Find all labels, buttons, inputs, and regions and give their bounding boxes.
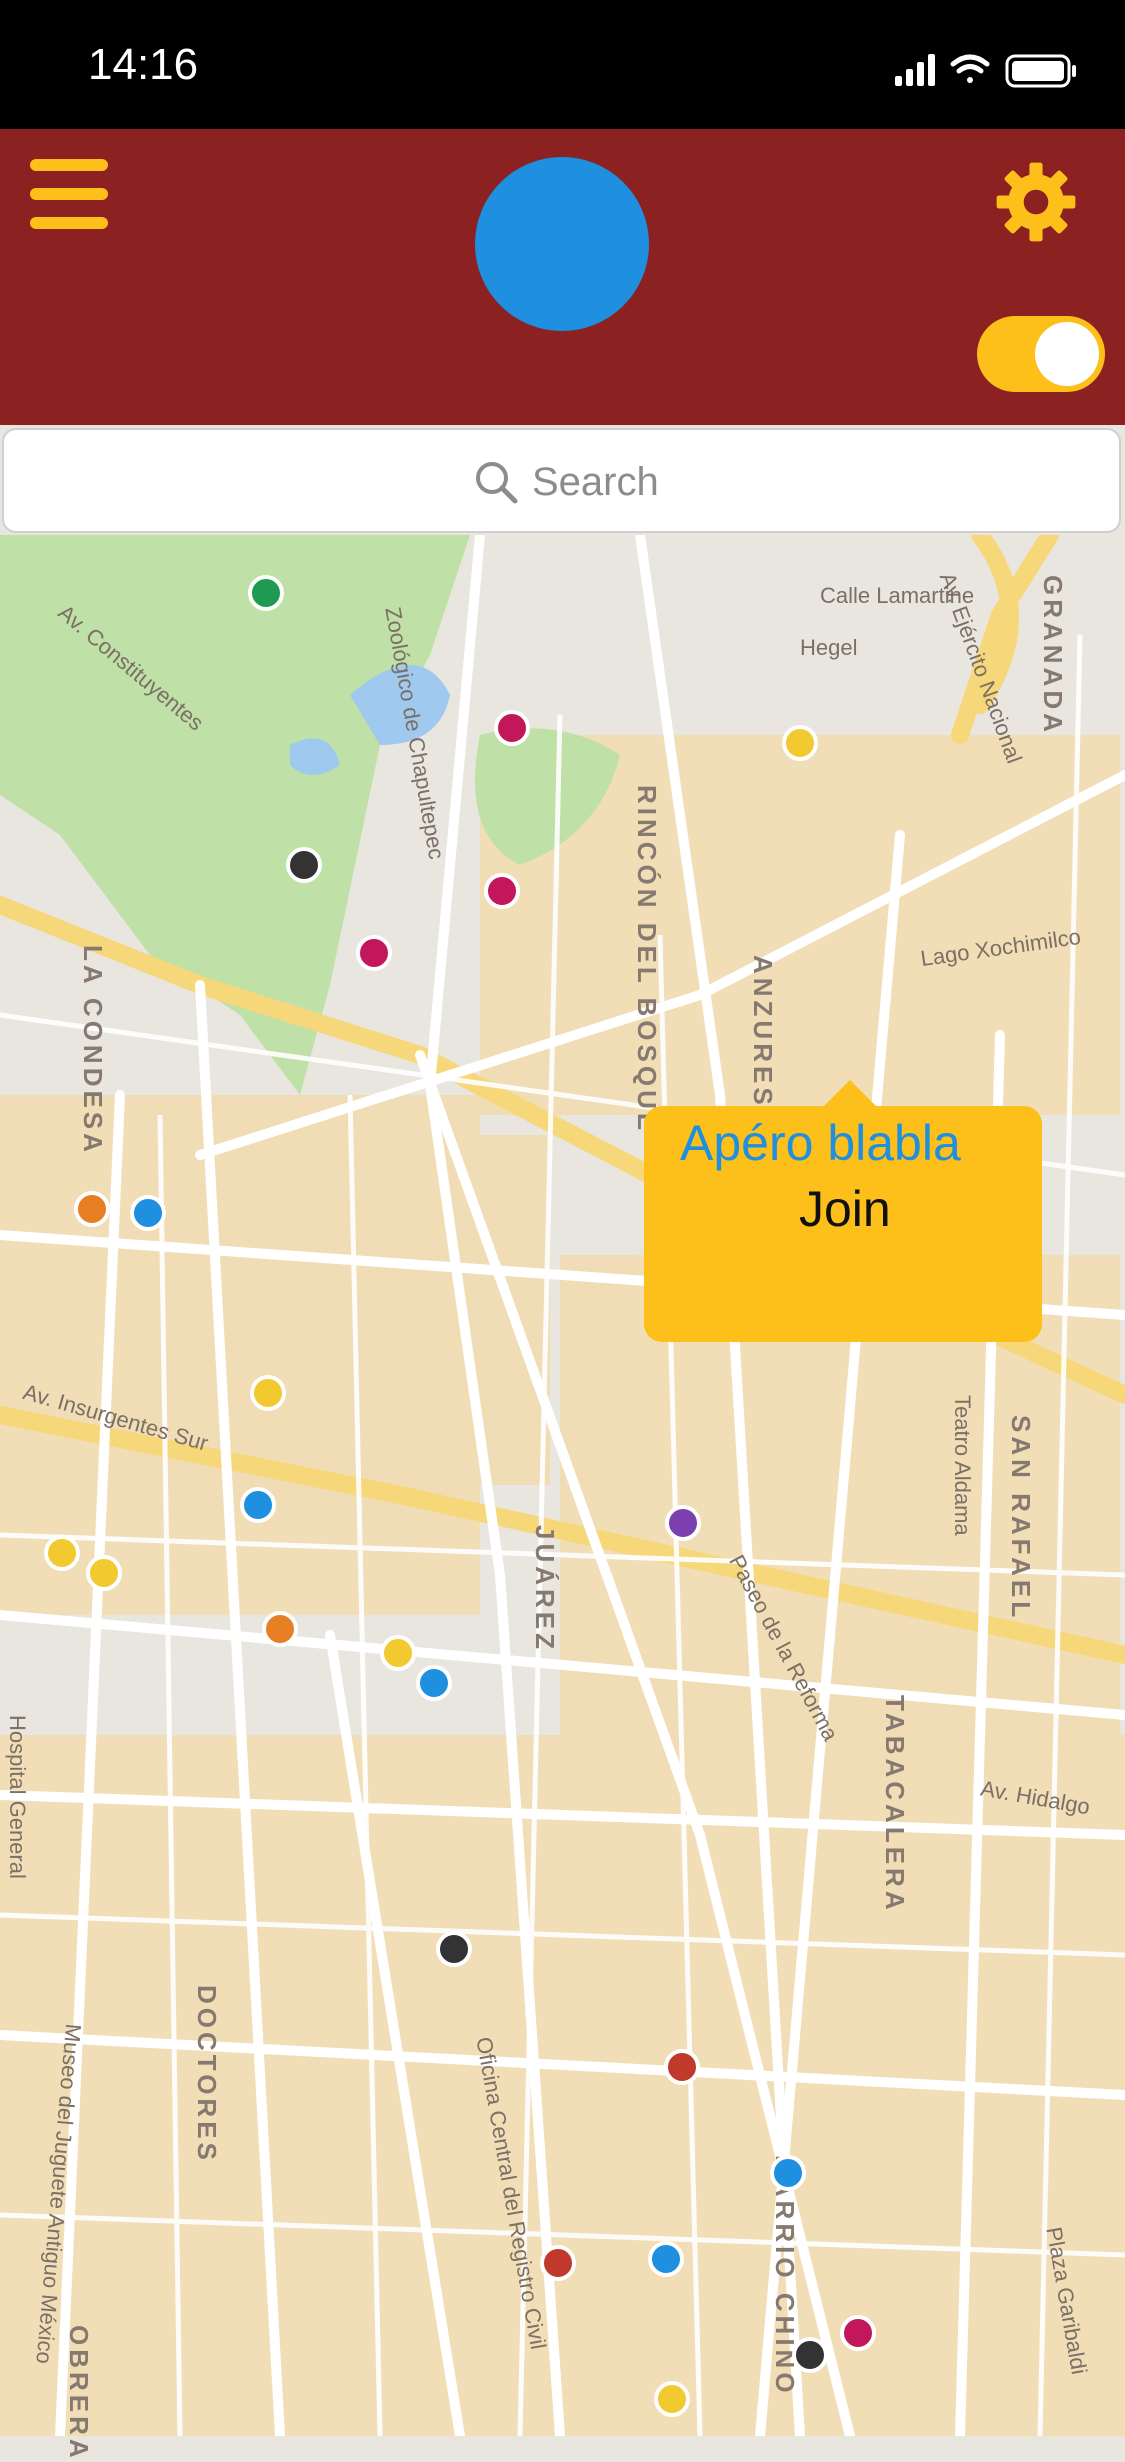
app-header: [0, 129, 1125, 425]
metro-marker-icon[interactable]: [792, 2337, 828, 2373]
map-label: Hospital General: [5, 1715, 30, 1879]
gear-icon[interactable]: [995, 161, 1077, 243]
map-label: TABACALERA: [880, 1695, 910, 1914]
park-marker-icon[interactable]: [248, 575, 284, 611]
map-label: JUÁREZ: [530, 1525, 560, 1654]
status-icons: [895, 54, 1076, 88]
restaurant-marker-icon[interactable]: [782, 725, 818, 761]
place-marker-icon[interactable]: [665, 1505, 701, 1541]
map-label: Calle Lamartine: [820, 583, 975, 608]
wifi-icon: [950, 54, 990, 83]
map-label: RINCÓN DEL BOSQUE: [632, 785, 662, 1135]
menu-icon[interactable]: [30, 159, 108, 229]
map-label: SAN RAFAEL: [1006, 1415, 1036, 1622]
museum-marker-icon[interactable]: [356, 935, 392, 971]
restaurant-marker-icon[interactable]: [380, 1635, 416, 1671]
museum-marker-icon[interactable]: [494, 710, 530, 746]
restaurant-marker-icon[interactable]: [250, 1375, 286, 1411]
map-label: GRANADA: [1038, 575, 1068, 736]
event-title[interactable]: Apéro blabla: [680, 1114, 961, 1172]
airport-marker-icon[interactable]: [664, 2049, 700, 2085]
status-bar: 14:16: [0, 0, 1125, 129]
restaurant-marker-icon[interactable]: [44, 1535, 80, 1571]
shop-marker-icon[interactable]: [262, 1611, 298, 1647]
visibility-toggle[interactable]: [977, 316, 1105, 392]
transport-marker-icon[interactable]: [648, 2241, 684, 2277]
restaurant-marker-icon[interactable]: [654, 2381, 690, 2417]
metro-marker-icon[interactable]: [286, 847, 322, 883]
transport-marker-icon[interactable]: [416, 1665, 452, 1701]
museum-marker-icon[interactable]: [484, 873, 520, 909]
map-view[interactable]: GRANADA RINCÓN DEL BOSQUE ANZURES LA CON…: [0, 535, 1125, 2462]
map-label: DOCTORES: [192, 1985, 222, 2164]
map-label: Hegel: [800, 635, 858, 660]
map-label: LA CONDESA: [78, 945, 108, 1156]
museum-marker-icon[interactable]: [840, 2315, 876, 2351]
transport-marker-icon[interactable]: [240, 1487, 276, 1523]
join-button[interactable]: Join: [799, 1180, 891, 1238]
transport-marker-icon[interactable]: [130, 1195, 166, 1231]
map-label: Teatro Aldama: [950, 1395, 975, 1536]
shop-marker-icon[interactable]: [74, 1191, 110, 1227]
avatar[interactable]: [475, 157, 649, 331]
event-popup[interactable]: Apéro blabla Join: [644, 1080, 1042, 1342]
toggle-knob: [1035, 322, 1099, 386]
search-placeholder: Search: [532, 459, 659, 504]
map-label: ANZURES: [748, 955, 778, 1109]
cellular-signal-icon: [895, 54, 935, 86]
transport-marker-icon[interactable]: [770, 2155, 806, 2191]
status-time: 14:16: [88, 40, 199, 89]
battery-icon: [1005, 54, 1076, 88]
search-bar[interactable]: Search: [2, 428, 1121, 533]
airport-marker-icon[interactable]: [540, 2245, 576, 2281]
metro-marker-icon[interactable]: [436, 1931, 472, 1967]
map-label: OBRERA: [64, 2325, 94, 2462]
restaurant-marker-icon[interactable]: [86, 1555, 122, 1591]
search-icon: [476, 462, 518, 504]
